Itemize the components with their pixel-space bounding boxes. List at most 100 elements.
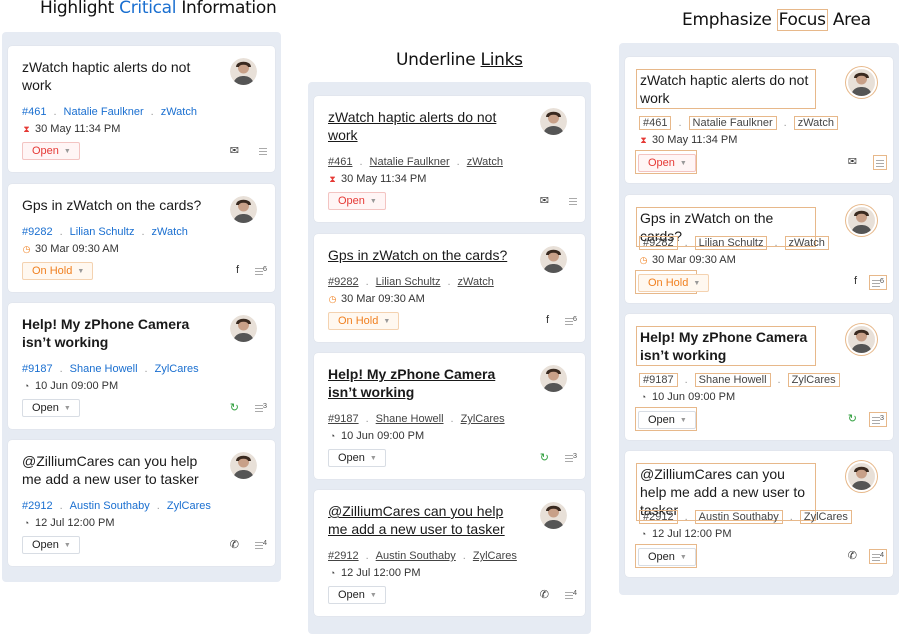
- department-link[interactable]: ZylCares: [167, 500, 211, 512]
- avatar[interactable]: [230, 452, 257, 479]
- thread-count-value: 3: [262, 401, 267, 410]
- ticket-id-link[interactable]: #461: [639, 116, 672, 130]
- ticket-subject[interactable]: Help! My zPhone Camera isn’t working: [328, 365, 508, 401]
- thread-count[interactable]: 4: [868, 549, 887, 564]
- avatar[interactable]: [848, 463, 875, 490]
- ticket-card[interactable]: @ZilliumCares can you help me add a new …: [314, 490, 585, 616]
- thread-count-value: 4: [879, 550, 884, 559]
- thread-count[interactable]: [259, 144, 267, 157]
- ticket-subject[interactable]: Gps in zWatch on the cards?: [328, 246, 508, 264]
- ticket-card[interactable]: Help! My zPhone Camera isn’t working #91…: [625, 314, 893, 440]
- thread-count[interactable]: 4: [254, 538, 267, 551]
- ticket-card[interactable]: @ZilliumCares can you help me add a new …: [625, 451, 893, 577]
- thread-count[interactable]: 4: [564, 588, 577, 601]
- status-dropdown[interactable]: Open ▼: [22, 536, 80, 554]
- ticket-id-link[interactable]: #461: [328, 156, 352, 168]
- status-dropdown[interactable]: On Hold ▼: [638, 274, 710, 292]
- ticket-id-link[interactable]: #2912: [22, 500, 53, 512]
- avatar[interactable]: [540, 108, 567, 135]
- ticket-id-link[interactable]: #9187: [639, 373, 678, 387]
- separator: .: [365, 550, 369, 562]
- ticket-subject[interactable]: Gps in zWatch on the cards?: [22, 196, 202, 214]
- status-dropdown[interactable]: Open ▼: [22, 142, 80, 160]
- contact-link[interactable]: Shane Howell: [376, 413, 444, 425]
- ticket-id-link[interactable]: #2912: [328, 550, 359, 562]
- status-dropdown[interactable]: Open ▼: [22, 399, 80, 417]
- ticket-card[interactable]: zWatch haptic alerts do not work #461. Na…: [625, 57, 893, 183]
- ticket-subject[interactable]: @ZilliumCares can you help me add a new …: [328, 502, 508, 538]
- thread-count[interactable]: 6: [254, 264, 267, 277]
- department-link[interactable]: zWatch: [458, 276, 494, 288]
- department-link[interactable]: zWatch: [467, 156, 503, 168]
- ticket-id-link[interactable]: #9282: [639, 236, 678, 250]
- ticket-id-link[interactable]: #9282: [22, 226, 53, 238]
- status-dropdown[interactable]: Open ▼: [328, 192, 386, 210]
- contact-link[interactable]: Austin Southaby: [694, 510, 783, 524]
- thread-count[interactable]: 3: [564, 451, 577, 464]
- ticket-card[interactable]: Help! My zPhone Camera isn’t working #91…: [8, 303, 275, 429]
- department-link[interactable]: ZylCares: [461, 413, 505, 425]
- avatar[interactable]: [540, 502, 567, 529]
- ticket-card[interactable]: Gps in zWatch on the cards? #9282. Lilian…: [8, 184, 275, 292]
- status-dropdown[interactable]: Open ▼: [638, 548, 696, 566]
- thread-count[interactable]: 3: [254, 401, 267, 414]
- status-dropdown[interactable]: Open ▼: [328, 449, 386, 467]
- avatar[interactable]: [230, 315, 257, 342]
- ticket-subject[interactable]: zWatch haptic alerts do not work: [22, 58, 202, 94]
- status-dropdown[interactable]: Open ▼: [638, 154, 696, 172]
- status-dropdown[interactable]: Open ▼: [638, 411, 696, 429]
- contact-link[interactable]: Shane Howell: [694, 373, 771, 387]
- ticket-subject[interactable]: zWatch haptic alerts do not work: [636, 69, 816, 109]
- ticket-id-link[interactable]: #2912: [639, 510, 678, 524]
- status-dropdown[interactable]: On Hold ▼: [328, 312, 400, 330]
- ticket-card[interactable]: Help! My zPhone Camera isn’t working #91…: [314, 353, 585, 479]
- ticket-subject[interactable]: Help! My zPhone Camera isn’t working: [636, 326, 816, 366]
- thread-count[interactable]: [569, 194, 577, 207]
- ticket-subject[interactable]: Help! My zPhone Camera isn’t working: [22, 315, 202, 351]
- contact-link[interactable]: Austin Southaby: [70, 500, 150, 512]
- avatar[interactable]: [230, 196, 257, 223]
- status-dropdown[interactable]: On Hold ▼: [22, 262, 94, 280]
- department-link[interactable]: zWatch: [152, 226, 188, 238]
- contact-link[interactable]: Natalie Faulkner: [688, 116, 777, 130]
- department-link[interactable]: ZylCares: [799, 510, 852, 524]
- department-link[interactable]: ZylCares: [473, 550, 517, 562]
- department-link[interactable]: zWatch: [784, 236, 829, 250]
- department-link[interactable]: ZylCares: [787, 373, 840, 387]
- avatar[interactable]: [848, 69, 875, 96]
- department-link[interactable]: zWatch: [161, 106, 197, 118]
- ticket-card[interactable]: zWatch haptic alerts do not work #461. Na…: [8, 46, 275, 172]
- avatar[interactable]: [848, 207, 875, 234]
- contact-link[interactable]: Lilian Schultz: [376, 276, 441, 288]
- chevron-down-icon: ▼: [383, 318, 391, 325]
- contact-link[interactable]: Austin Southaby: [376, 550, 456, 562]
- ticket-card[interactable]: zWatch haptic alerts do not work #461. Na…: [314, 96, 585, 222]
- contact-link[interactable]: Shane Howell: [70, 363, 138, 375]
- thread-count[interactable]: 3: [868, 412, 887, 427]
- ticket-id-link[interactable]: #9187: [22, 363, 53, 375]
- status-dropdown[interactable]: Open ▼: [328, 586, 386, 604]
- thread-count[interactable]: 6: [868, 275, 887, 290]
- avatar[interactable]: [848, 326, 875, 353]
- contact-link[interactable]: Natalie Faulkner: [64, 106, 144, 118]
- ticket-id-link[interactable]: #9187: [328, 413, 359, 425]
- ticket-card[interactable]: Gps in zWatch on the cards? #9282. Lilian…: [314, 234, 585, 342]
- avatar[interactable]: [540, 246, 567, 273]
- thread-count[interactable]: [873, 155, 887, 170]
- ticket-id-link[interactable]: #461: [22, 106, 46, 118]
- contact-link[interactable]: Natalie Faulkner: [370, 156, 450, 168]
- ticket-id-link[interactable]: #9282: [328, 276, 359, 288]
- contact-link[interactable]: Lilian Schultz: [70, 226, 135, 238]
- ticket-subject[interactable]: zWatch haptic alerts do not work: [328, 108, 508, 144]
- department-link[interactable]: zWatch: [793, 116, 838, 130]
- focus-frame: Open ▼: [635, 150, 697, 174]
- avatar[interactable]: [540, 365, 567, 392]
- ticket-card[interactable]: Gps in zWatch on the cards? #9282. Lilian…: [625, 195, 893, 303]
- thread-list-icon: [871, 554, 880, 562]
- ticket-subject[interactable]: @ZilliumCares can you help me add a new …: [22, 452, 202, 488]
- contact-link[interactable]: Lilian Schultz: [694, 236, 768, 250]
- thread-count[interactable]: 6: [564, 314, 577, 327]
- ticket-card[interactable]: @ZilliumCares can you help me add a new …: [8, 440, 275, 566]
- avatar[interactable]: [230, 58, 257, 85]
- department-link[interactable]: ZylCares: [155, 363, 199, 375]
